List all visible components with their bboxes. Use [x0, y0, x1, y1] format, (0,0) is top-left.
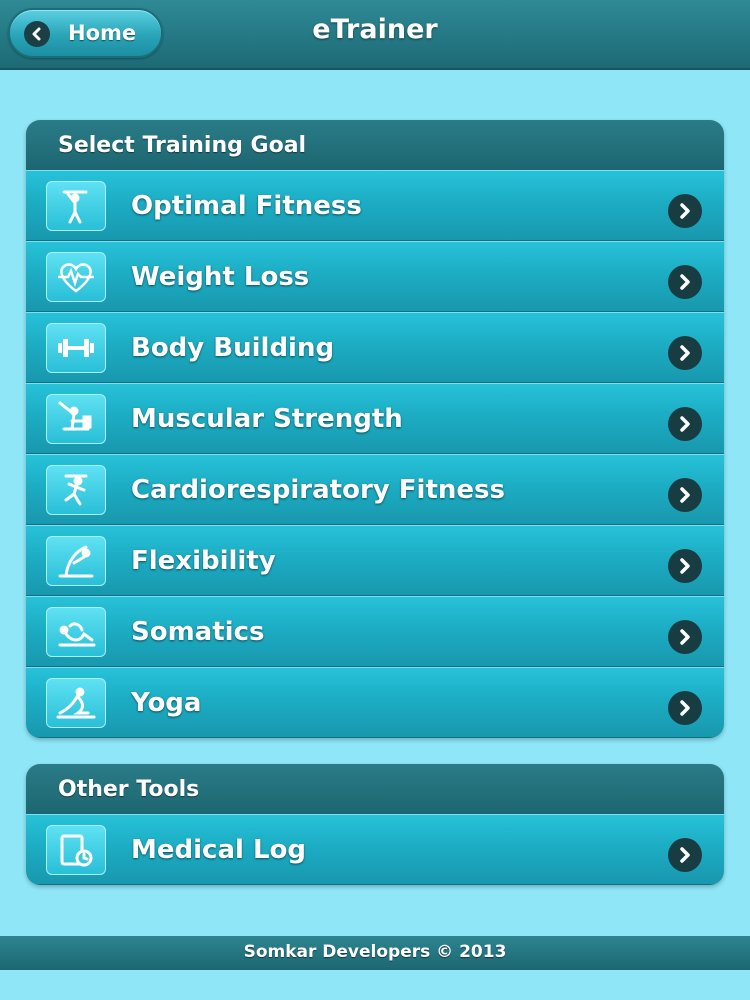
list-item-muscular-strength[interactable]: Muscular Strength [26, 383, 724, 454]
list-item-somatics[interactable]: Somatics [26, 596, 724, 667]
list-item-flexibility[interactable]: Flexibility [26, 525, 724, 596]
chevron-right-icon [668, 549, 702, 583]
running-figure-icon [46, 465, 106, 515]
list-item-body-building[interactable]: Body Building [26, 312, 724, 383]
list-item-optimal-fitness[interactable]: Optimal Fitness [26, 170, 724, 241]
list-item-medical-log[interactable]: Medical Log [26, 814, 724, 885]
weightlifter-icon [46, 394, 106, 444]
chevron-right-icon [668, 194, 702, 228]
list-item-label: Muscular Strength [131, 404, 403, 434]
dumbbell-icon [46, 323, 106, 373]
list-item-label: Somatics [131, 617, 265, 647]
yoga-pose-icon [46, 678, 106, 728]
list-item-label: Body Building [131, 333, 335, 363]
list-item-weight-loss[interactable]: Weight Loss [26, 241, 724, 312]
footer: Somkar Developers © 2013 [0, 936, 750, 970]
other-tools-header: Other Tools [26, 764, 724, 814]
floor-exercise-icon [46, 607, 106, 657]
chevron-right-icon [668, 407, 702, 441]
chevron-right-icon [668, 478, 702, 512]
list-item-yoga[interactable]: Yoga [26, 667, 724, 738]
list-item-label: Yoga [131, 688, 202, 718]
chevron-right-icon [668, 620, 702, 654]
chevron-right-icon [668, 838, 702, 872]
stretching-figure-icon [46, 181, 106, 231]
top-bar: Home eTrainer [0, 0, 750, 70]
chevron-right-icon [668, 265, 702, 299]
page-title: eTrainer [312, 14, 438, 45]
chevron-right-icon [668, 691, 702, 725]
list-item-label: Optimal Fitness [131, 191, 362, 221]
heartbeat-scale-icon [46, 252, 106, 302]
list-item-label: Medical Log [131, 835, 306, 865]
bending-figure-icon [46, 536, 106, 586]
chevron-right-icon [668, 336, 702, 370]
other-tools-group: Other Tools Medical Log [26, 764, 724, 885]
training-goal-header: Select Training Goal [26, 120, 724, 170]
list-item-cardiorespiratory-fitness[interactable]: Cardiorespiratory Fitness [26, 454, 724, 525]
list-item-label: Cardiorespiratory Fitness [131, 475, 505, 505]
list-item-label: Flexibility [131, 546, 276, 576]
training-goal-group: Select Training Goal Optimal Fitness Wei… [26, 120, 724, 738]
clipboard-clock-icon [46, 825, 106, 875]
list-item-label: Weight Loss [131, 262, 310, 292]
